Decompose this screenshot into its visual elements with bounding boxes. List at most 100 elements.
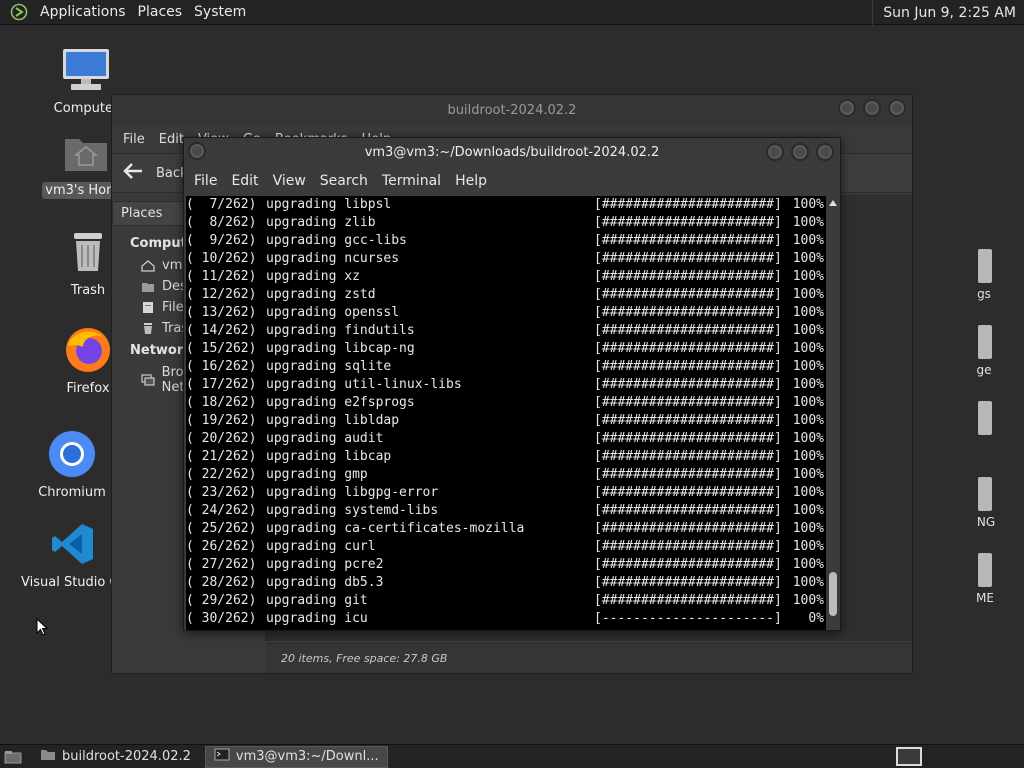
file-item-label: NG — [976, 515, 996, 529]
terminal-line-text: upgrading curl — [266, 539, 376, 554]
terminal-line-percent: 100% — [792, 575, 824, 590]
terminal-line-counter: ( 14/262) — [186, 323, 257, 338]
terminal-line-percent: 100% — [792, 215, 824, 230]
file-item[interactable]: ME — [946, 553, 1006, 605]
terminal-line-counter: ( 10/262) — [186, 251, 257, 266]
terminal-line-progress: [######################] — [594, 485, 782, 500]
close-button[interactable] — [816, 143, 834, 161]
filesystem-icon — [140, 301, 156, 315]
terminal-line-percent: 100% — [792, 233, 824, 248]
terminal-line-progress: [######################] — [594, 575, 782, 590]
menu-file[interactable]: File — [187, 173, 224, 189]
file-manager-titlebar[interactable]: buildroot-2024.02.2 — [112, 95, 912, 125]
network-icon — [140, 373, 156, 387]
file-manager-title: buildroot-2024.02.2 — [447, 102, 577, 118]
taskbar-item-label: vm3@vm3:~/Downl... — [235, 749, 379, 764]
terminal-line-progress: [######################] — [594, 431, 782, 446]
terminal-line-progress: [######################] — [594, 287, 782, 302]
file-item[interactable] — [946, 401, 1006, 439]
terminal-line-text: upgrading gcc-libs — [266, 233, 407, 248]
desktop-icon-chromium[interactable]: Chromium — [22, 428, 122, 501]
terminal-line: ( 9/262) upgrading gcc-libs [#############… — [186, 232, 828, 250]
minimize-button[interactable] — [766, 143, 784, 161]
menu-view[interactable]: View — [266, 173, 313, 189]
terminal-line-percent: 100% — [792, 593, 824, 608]
terminal-line: ( 16/262) upgrading sqlite [##############… — [186, 358, 828, 376]
terminal-line-text: upgrading pcre2 — [266, 557, 384, 572]
terminal-line-percent: 100% — [792, 305, 824, 320]
file-icon — [978, 477, 992, 511]
scroll-up-arrow-icon[interactable] — [826, 196, 840, 210]
maximize-button[interactable] — [791, 143, 809, 161]
terminal-window[interactable]: vm3@vm3:~/Downloads/buildroot-2024.02.2 … — [183, 137, 841, 631]
terminal-line-percent: 100% — [792, 467, 824, 482]
terminal-line-counter: ( 20/262) — [186, 431, 257, 446]
taskbar-item-file-manager[interactable]: buildroot-2024.02.2 — [32, 746, 199, 768]
show-desktop-button[interactable] — [0, 745, 26, 768]
desktop-icon-label: Firefox — [66, 381, 110, 396]
folder-icon — [40, 748, 56, 765]
terminal-line-counter: ( 22/262) — [186, 467, 257, 482]
terminal-line: ( 15/262) upgrading libcap-ng [###########… — [186, 340, 828, 358]
places-menu[interactable]: Places — [132, 4, 189, 20]
home-folder-icon — [60, 126, 112, 178]
maximize-button[interactable] — [863, 99, 881, 117]
menu-terminal[interactable]: Terminal — [375, 173, 448, 189]
terminal-line-percent: 100% — [792, 431, 824, 446]
desktop-folder-icon — [140, 280, 156, 294]
terminal-line-text: upgrading openssl — [266, 305, 400, 320]
terminal-line-counter: ( 19/262) — [186, 413, 257, 428]
terminal-line: ( 30/262) upgrading icu [-----------------… — [186, 610, 828, 628]
terminal-titlebar[interactable]: vm3@vm3:~/Downloads/buildroot-2024.02.2 — [184, 138, 840, 166]
terminal-line: ( 14/262) upgrading findutils [###########… — [186, 322, 828, 340]
terminal-line-counter: ( 8/262) — [186, 215, 257, 230]
terminal-line-percent: 100% — [792, 413, 824, 428]
taskbar-item-terminal[interactable]: vm3@vm3:~/Downl... — [204, 745, 388, 768]
terminal-line-percent: 100% — [792, 503, 824, 518]
terminal-line-percent: 100% — [792, 287, 824, 302]
file-item[interactable]: NG — [946, 477, 1006, 529]
terminal-line: ( 11/262) upgrading xz [##################… — [186, 268, 828, 286]
terminal-line-text: upgrading gmp — [266, 467, 368, 482]
close-button[interactable] — [888, 99, 906, 117]
terminal-output[interactable]: ( 7/262) upgrading libpsl [###############… — [186, 196, 828, 630]
terminal-line-percent: 100% — [792, 251, 824, 266]
window-menu-button[interactable] — [188, 142, 206, 160]
terminal-line-text: upgrading systemd-libs — [266, 503, 439, 518]
terminal-line-counter: ( 21/262) — [186, 449, 257, 464]
distro-logo-icon[interactable] — [8, 2, 30, 22]
back-button[interactable]: Back — [122, 162, 188, 184]
menu-edit[interactable]: Edit — [224, 173, 265, 189]
file-item[interactable]: ge — [946, 325, 1006, 377]
terminal-line-text: upgrading libpsl — [266, 197, 392, 212]
menu-search[interactable]: Search — [313, 173, 375, 189]
desktop-icon-label: Chromium — [38, 485, 106, 500]
terminal-menubar: File Edit View Search Terminal Help — [184, 166, 840, 196]
terminal-line-counter: ( 12/262) — [186, 287, 257, 302]
workspace-switcher[interactable] — [896, 747, 922, 766]
file-item[interactable]: gs — [946, 249, 1006, 301]
minimize-button[interactable] — [838, 99, 856, 117]
file-icon — [978, 325, 992, 359]
terminal-line: ( 29/262) upgrading git [#################… — [186, 592, 828, 610]
terminal-line-counter: ( 15/262) — [186, 341, 257, 356]
terminal-line-progress: [######################] — [594, 377, 782, 392]
menu-file[interactable]: File — [116, 132, 152, 147]
file-item-label: ge — [976, 363, 992, 377]
terminal-line: ( 10/262) upgrading ncurses [#############… — [186, 250, 828, 268]
terminal-line: ( 23/262) upgrading libgpg-error [########… — [186, 484, 828, 502]
menu-help[interactable]: Help — [448, 173, 494, 189]
terminal-line-progress: [######################] — [594, 323, 782, 338]
terminal-line-progress: [######################] — [594, 341, 782, 356]
terminal-line-text: upgrading util-linux-libs — [266, 377, 462, 392]
clock[interactable]: Sun Jun 9, 2:25 AM — [872, 0, 1024, 25]
applications-menu[interactable]: Applications — [34, 4, 132, 20]
system-menu[interactable]: System — [188, 4, 252, 20]
terminal-line-text: upgrading xz — [266, 269, 360, 284]
file-item-label: gs — [977, 287, 991, 301]
terminal-scrollbar[interactable] — [826, 196, 840, 630]
file-item-label: ME — [976, 591, 994, 605]
terminal-line-text: upgrading db5.3 — [266, 575, 384, 590]
scrollbar-thumb[interactable] — [829, 572, 837, 616]
terminal-line-percent: 100% — [792, 341, 824, 356]
